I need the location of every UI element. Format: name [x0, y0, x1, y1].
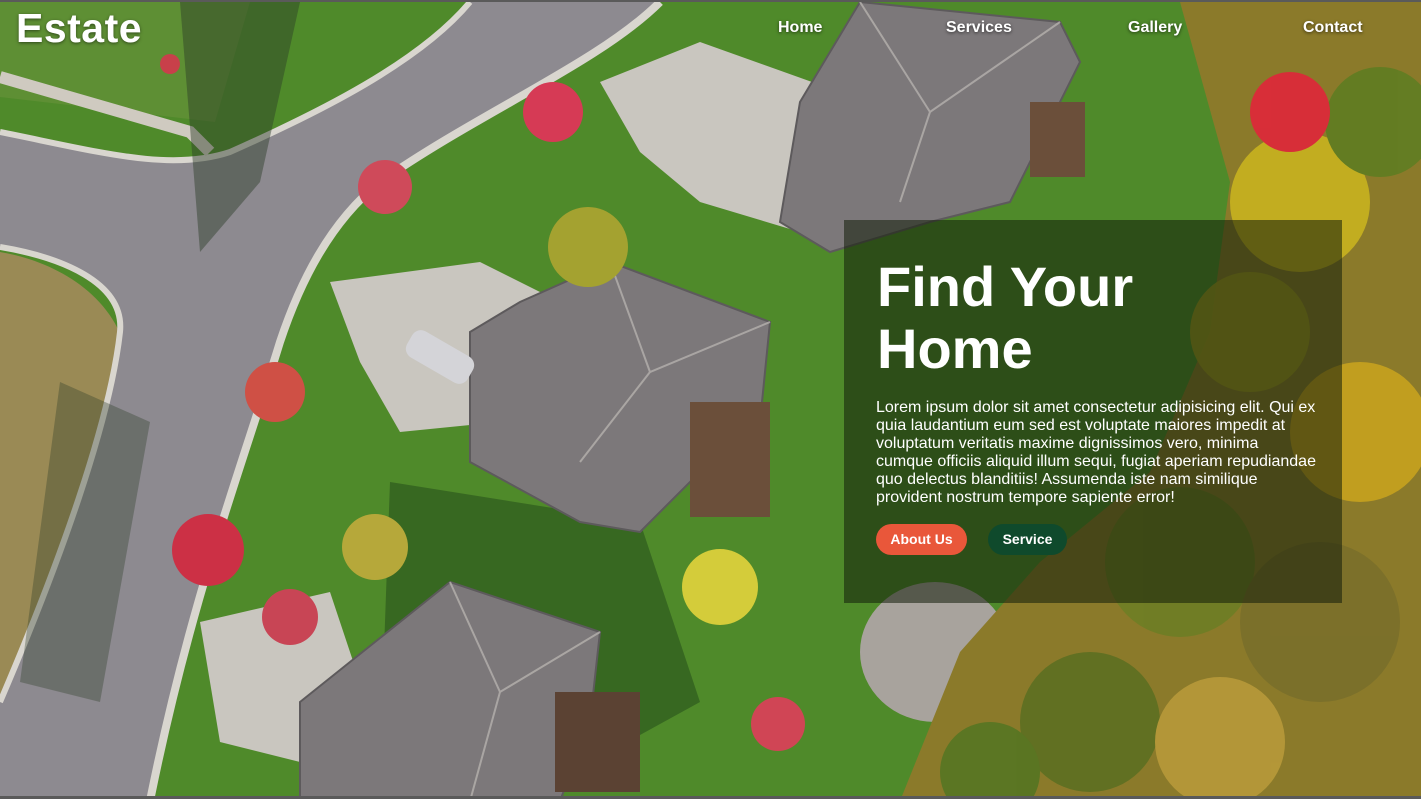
about-us-button[interactable]: About Us	[876, 524, 967, 555]
hero-title: Find Your Home	[877, 255, 1134, 380]
nav-link-gallery[interactable]: Gallery	[1128, 19, 1182, 37]
hero-description: Lorem ipsum dolor sit amet consectetur a…	[876, 399, 1316, 506]
service-button[interactable]: Service	[988, 524, 1067, 555]
main-nav: Home Services Gallery Contact	[0, 19, 1421, 39]
hero-content-panel: Find Your Home Lorem ipsum dolor sit ame…	[844, 220, 1342, 603]
nav-link-services[interactable]: Services	[946, 19, 1012, 37]
nav-link-home[interactable]: Home	[778, 19, 822, 37]
hero-section: Estate Home Services Gallery Contact Fin…	[0, 0, 1421, 799]
nav-link-contact[interactable]: Contact	[1303, 19, 1363, 37]
